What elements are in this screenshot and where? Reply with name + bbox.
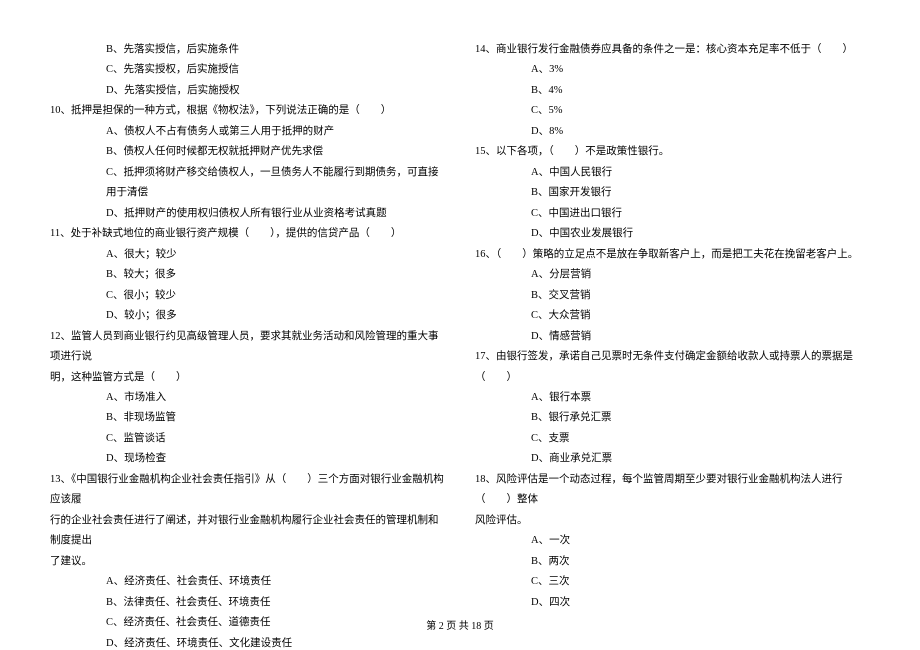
option-13-d: D、经济责任、环境责任、文化建设责任: [50, 634, 445, 650]
question-13-cont: 行的企业社会责任进行了阐述，并对银行业金融机构履行企业社会责任的管理机制和制度提…: [50, 511, 445, 552]
right-column: 14、商业银行发行金融债券应具备的条件之一是：核心资本充足率不低于（ ） A、3…: [475, 40, 870, 600]
option-12-c: C、监管谈话: [50, 429, 445, 449]
option-9-d: D、先落实授信，后实施授权: [50, 81, 445, 101]
question-18: 18、风险评估是一个动态过程，每个监管周期至少要对银行业金融机构法人进行（ ）整…: [475, 470, 870, 511]
option-14-b: B、4%: [475, 81, 870, 101]
question-12-cont: 明，这种监管方式是（ ）: [50, 368, 445, 388]
question-13: 13、《中国银行业金融机构企业社会责任指引》从（ ）三个方面对银行业金融机构应该…: [50, 470, 445, 511]
option-15-d: D、中国农业发展银行: [475, 224, 870, 244]
question-15: 15、以下各项，（ ）不是政策性银行。: [475, 142, 870, 162]
two-column-layout: B、先落实授信，后实施条件 C、先落实授权，后实施授信 D、先落实授信，后实施授…: [50, 40, 870, 600]
question-18-cont: 风险评估。: [475, 511, 870, 531]
option-15-b: B、国家开发银行: [475, 183, 870, 203]
option-9-c: C、先落实授权，后实施授信: [50, 60, 445, 80]
option-14-d: D、8%: [475, 122, 870, 142]
option-17-c: C、支票: [475, 429, 870, 449]
option-15-a: A、中国人民银行: [475, 163, 870, 183]
question-17: 17、由银行签发，承诺自己见票时无条件支付确定金额给收款人或持票人的票据是（ ）: [475, 347, 870, 388]
option-17-d: D、商业承兑汇票: [475, 449, 870, 469]
option-18-c: C、三次: [475, 572, 870, 592]
option-10-b: B、债权人任何时候都无权就抵押财产优先求偿: [50, 142, 445, 162]
document-page: B、先落实授信，后实施条件 C、先落实授权，后实施授信 D、先落实授信，后实施授…: [0, 0, 920, 650]
option-12-b: B、非现场监管: [50, 408, 445, 428]
option-16-a: A、分层营销: [475, 265, 870, 285]
option-12-d: D、现场检查: [50, 449, 445, 469]
option-10-c: C、抵押须将财产移交给债权人，一旦债务人不能履行到期债务，可直接用于清偿: [50, 163, 445, 204]
option-14-c: C、5%: [475, 101, 870, 121]
option-16-d: D、情感营销: [475, 327, 870, 347]
option-11-a: A、很大；较少: [50, 245, 445, 265]
option-11-d: D、较小；很多: [50, 306, 445, 326]
question-13-cont2: 了建议。: [50, 552, 445, 572]
option-12-a: A、市场准入: [50, 388, 445, 408]
question-14: 14、商业银行发行金融债券应具备的条件之一是：核心资本充足率不低于（ ）: [475, 40, 870, 60]
option-10-a: A、债权人不占有债务人或第三人用于抵押的财产: [50, 122, 445, 142]
option-14-a: A、3%: [475, 60, 870, 80]
option-18-d: D、四次: [475, 593, 870, 613]
question-10: 10、抵押是担保的一种方式，根据《物权法》，下列说法正确的是（ ）: [50, 101, 445, 121]
option-18-a: A、一次: [475, 531, 870, 551]
option-11-c: C、很小；较少: [50, 286, 445, 306]
option-13-a: A、经济责任、社会责任、环境责任: [50, 572, 445, 592]
option-9-b: B、先落实授信，后实施条件: [50, 40, 445, 60]
option-18-b: B、两次: [475, 552, 870, 572]
option-13-b: B、法律责任、社会责任、环境责任: [50, 593, 445, 613]
question-11: 11、处于补缺式地位的商业银行资产规模（ ），提供的信贷产品（ ）: [50, 224, 445, 244]
option-17-a: A、银行本票: [475, 388, 870, 408]
question-16: 16、（ ）策略的立足点不是放在争取新客户上，而是把工夫花在挽留老客户上。: [475, 245, 870, 265]
option-11-b: B、较大；很多: [50, 265, 445, 285]
option-10-d: D、抵押财产的使用权归债权人所有银行业从业资格考试真题: [50, 204, 445, 224]
question-12: 12、监管人员到商业银行约见高级管理人员，要求其就业务活动和风险管理的重大事项进…: [50, 327, 445, 368]
option-17-b: B、银行承兑汇票: [475, 408, 870, 428]
option-16-c: C、大众营销: [475, 306, 870, 326]
option-15-c: C、中国进出口银行: [475, 204, 870, 224]
option-16-b: B、交叉营销: [475, 286, 870, 306]
left-column: B、先落实授信，后实施条件 C、先落实授权，后实施授信 D、先落实授信，后实施授…: [50, 40, 445, 600]
page-footer: 第 2 页 共 18 页: [0, 617, 920, 632]
